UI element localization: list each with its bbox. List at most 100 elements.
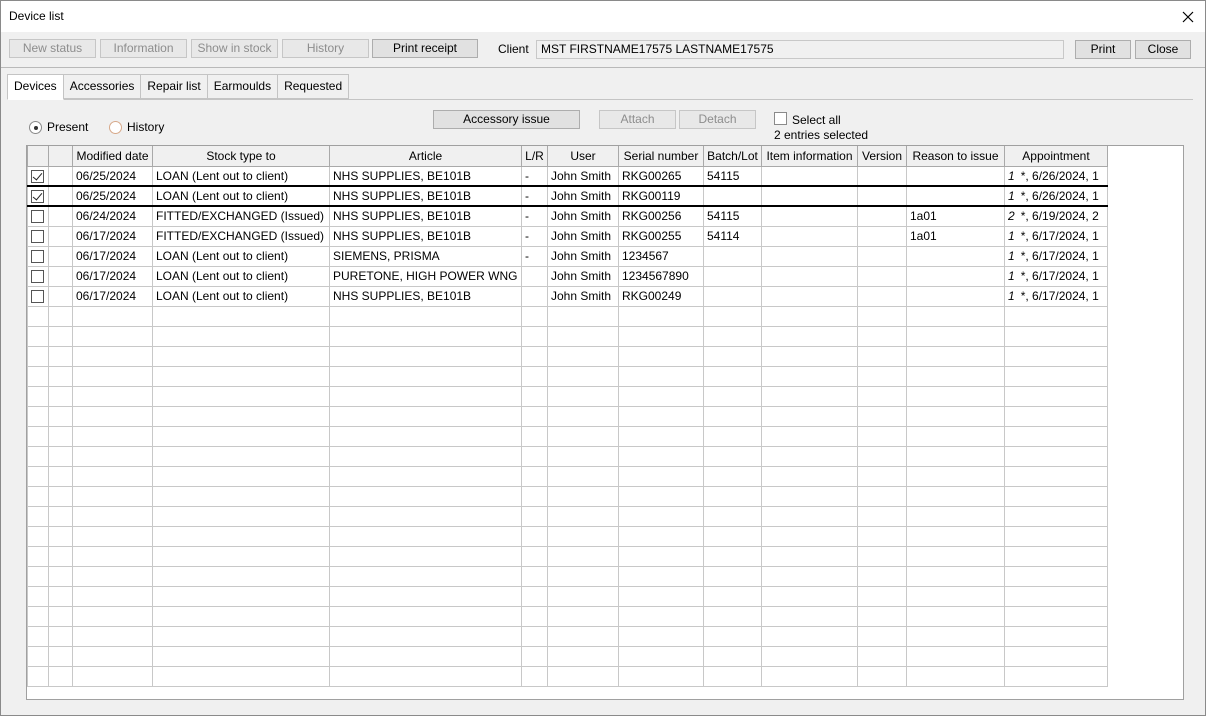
empty-cell [329,505,522,527]
empty-cell [329,525,522,547]
row-checkbox[interactable] [31,250,44,264]
table-row[interactable]: 06/17/2024 FITTED/EXCHANGED (Issued) NHS S… [27,225,1108,247]
col-header-appointment[interactable]: Appointment [1004,146,1108,167]
row-checkbox-cell[interactable] [27,205,49,227]
close-icon[interactable] [1171,1,1205,32]
print-button[interactable]: Print [1075,40,1131,59]
empty-cell [72,425,153,447]
col-header-batch-lot[interactable]: Batch/Lot [703,146,762,167]
select-all-label: Select all [792,113,841,127]
empty-cell [618,405,704,427]
row-checkbox-cell[interactable] [27,225,49,247]
empty-cell [27,345,49,367]
cell-version [857,245,907,267]
empty-cell [521,345,548,367]
cell-item-information [761,205,858,227]
information-button[interactable]: Information [100,39,187,58]
appointment-text: *, 6/19/2024, 2 [1020,209,1099,224]
table-row[interactable]: 06/24/2024 FITTED/EXCHANGED (Issued) NHS S… [27,205,1108,227]
row-checkbox-cell[interactable] [27,165,49,187]
row-checkbox-cell[interactable] [27,185,49,207]
empty-cell [27,445,49,467]
empty-cell [329,665,522,687]
detach-button[interactable]: Detach [679,110,756,129]
col-header-article[interactable]: Article [329,146,522,167]
appointment-text: *, 6/17/2024, 1 [1020,229,1099,243]
cell-version [857,225,907,247]
col-header-reason-to-issue[interactable]: Reason to issue [906,146,1005,167]
device-table[interactable]: Modified date Stock type to Article L/R … [26,145,1184,700]
tab-requested[interactable]: Requested [278,74,350,99]
row-checkbox[interactable] [31,290,44,304]
close-button[interactable]: Close [1135,40,1191,59]
row-checkbox[interactable] [31,230,44,244]
present-radio[interactable]: Present [29,120,88,134]
history-radio[interactable]: History [109,120,164,134]
empty-cell [27,465,49,487]
cell-serial-number: RKG00119 [618,185,704,207]
col-header-stock-type[interactable]: Stock type to [152,146,330,167]
appointment-text: *, 6/17/2024, 1 [1020,289,1099,303]
row-checkbox[interactable] [31,270,44,284]
col-header-item-information[interactable]: Item information [761,146,858,167]
empty-cell [152,465,330,487]
empty-cell [72,625,153,647]
row-checkbox[interactable] [31,190,44,204]
row-checkbox-cell[interactable] [27,285,49,307]
accessory-issue-button[interactable]: Accessory issue [433,110,580,129]
table-row[interactable]: 06/17/2024 LOAN (Lent out to client) SIEME… [27,245,1108,267]
empty-cell [72,485,153,507]
empty-cell [906,385,1005,407]
empty-cell [152,445,330,467]
attach-button[interactable]: Attach [599,110,676,129]
cell-reason-to-issue [906,185,1005,207]
table-row[interactable]: 06/17/2024 LOAN (Lent out to client) NHS S… [27,285,1108,307]
print-receipt-button[interactable]: Print receipt [372,39,478,58]
col-header-lr[interactable]: L/R [521,146,548,167]
empty-cell [152,325,330,347]
col-header-check[interactable] [27,146,49,167]
empty-cell [72,665,153,687]
col-header-version[interactable]: Version [857,146,907,167]
empty-cell [547,305,619,327]
table-row[interactable]: 06/25/2024 LOAN (Lent out to client) NHS S… [27,165,1108,187]
cell-batch-lot: 54115 [703,165,762,187]
tab-earmoulds[interactable]: Earmoulds [207,74,279,99]
row-checkbox-cell[interactable] [27,245,49,267]
empty-cell [547,325,619,347]
empty-cell [618,585,704,607]
new-status-button[interactable]: New status [9,39,96,58]
empty-cell [152,505,330,527]
empty-cell [521,465,548,487]
empty-cell [1004,425,1108,447]
select-all-checkbox[interactable] [774,112,787,125]
history-button[interactable]: History [282,39,369,58]
empty-cell [547,645,619,667]
appointment-text: *, 6/26/2024, 1 [1020,189,1099,203]
empty-cell [521,325,548,347]
tab-devices[interactable]: Devices [7,74,64,100]
empty-cell [27,645,49,667]
col-header-serial-number[interactable]: Serial number [618,146,704,167]
row-checkbox[interactable] [31,210,44,224]
show-in-stock-button[interactable]: Show in stock [191,39,278,58]
tab-accessories[interactable]: Accessories [63,74,142,99]
appointment-number: 1 [1008,168,1015,183]
empty-cell [329,545,522,567]
cell-lr: - [521,205,548,227]
empty-cell [703,365,762,387]
col-header-user[interactable]: User [547,146,619,167]
table-row[interactable]: 06/17/2024 LOAN (Lent out to client) PURET… [27,265,1108,287]
empty-cell [906,345,1005,367]
col-header-modified-date[interactable]: Modified date [72,146,153,167]
row-checkbox[interactable] [31,169,44,183]
row-checkbox-cell[interactable] [27,265,49,287]
col-header-blank[interactable] [48,146,73,167]
cell-version [857,265,907,287]
cell-reason-to-issue: 1a01 [906,225,1005,247]
table-row[interactable]: 06/25/2024 LOAN (Lent out to client) NHS S… [27,185,1108,207]
tab-repair-list[interactable]: Repair list [141,74,208,99]
empty-cell [906,505,1005,527]
empty-cell [618,565,704,587]
empty-cell [152,665,330,687]
